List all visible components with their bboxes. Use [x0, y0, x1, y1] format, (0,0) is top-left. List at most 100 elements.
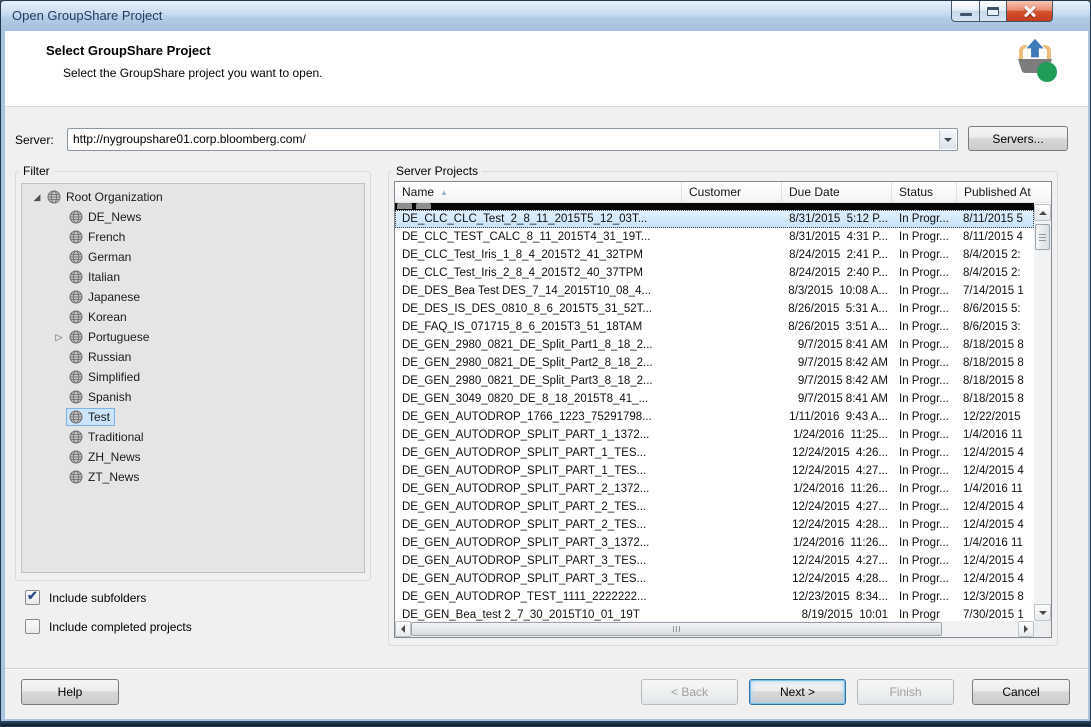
scroll-up-button[interactable] — [1034, 204, 1051, 221]
cell-due-date: 8/24/2015 2:40 P... — [782, 267, 892, 279]
tree-item-label: Root Organization — [66, 190, 163, 204]
cell-status: In Progr... — [892, 519, 957, 531]
server-combobox-dropdown-button[interactable] — [939, 130, 956, 149]
column-header-due-date[interactable]: Due Date — [782, 182, 892, 202]
tree-item-label: Simplified — [88, 370, 140, 384]
cell-name: DE_GEN_AUTODROP_SPLIT_PART_2_TES... — [395, 519, 682, 531]
tree-item[interactable]: Italian — [22, 267, 364, 287]
scroll-right-button[interactable] — [1018, 621, 1034, 637]
table-row[interactable]: DE_GEN_AUTODROP_SPLIT_PART_1_TES... 12/2… — [395, 462, 1034, 480]
cell-published-at: 8/4/2015 2: — [957, 249, 1034, 261]
include-subfolders-checkbox[interactable]: ✔ — [25, 590, 40, 605]
table-row[interactable]: DE_GEN_AUTODROP_SPLIT_PART_2_TES... 12/2… — [395, 498, 1034, 516]
table-row[interactable]: DE_DES_IS_DES_0810_8_6_2015T5_31_52T... … — [395, 300, 1034, 318]
table-row[interactable]: DE_GEN_AUTODROP_SPLIT_PART_3_1372... 1/2… — [395, 534, 1034, 552]
cell-name: DE_CLC_Test_Iris_2_8_4_2015T2_40_37TPM — [395, 267, 682, 279]
tree-item[interactable]: Simplified — [22, 367, 364, 387]
table-row[interactable]: DE_FAQ_IS_071715_8_6_2015T3_51_18TAM 8/2… — [395, 318, 1034, 336]
close-button[interactable] — [1007, 1, 1053, 22]
tree-item[interactable]: ZT_News — [22, 467, 364, 487]
cell-status: In Progr... — [892, 249, 957, 261]
cancel-button[interactable]: Cancel — [972, 679, 1070, 705]
tree-expander-icon[interactable]: ◢ — [30, 187, 44, 207]
cell-published-at: 12/4/2015 4 — [957, 465, 1034, 477]
table-row[interactable]: DE_CLC_TEST_CALC_8_11_2015T4_31_19T... 8… — [395, 228, 1034, 246]
cell-due-date: 12/24/2015 4:27... — [782, 501, 892, 513]
tree-item[interactable]: Test — [22, 407, 364, 427]
table-row[interactable]: DE_DES_Bea Test DES_7_14_2015T10_08_4...… — [395, 282, 1034, 300]
sort-ascending-icon: ▲ — [440, 188, 448, 197]
tree-item-label: French — [88, 230, 125, 244]
window-title: Open GroupShare Project — [12, 8, 162, 23]
tree-item[interactable]: Russian — [22, 347, 364, 367]
include-completed-checkbox-row[interactable]: ✔ Include completed projects — [25, 619, 192, 634]
cell-status: In Progr... — [892, 483, 957, 495]
dialog-open-groupshare-project: Open GroupShare Project Select GroupShar… — [0, 0, 1091, 727]
tree-expander-icon[interactable]: ▷ — [52, 327, 66, 347]
table-row[interactable]: DE_GEN_AUTODROP_SPLIT_PART_3_TES... 12/2… — [395, 552, 1034, 570]
tree-item[interactable]: ◢ Root Organization — [22, 187, 364, 207]
cell-due-date: 12/24/2015 4:26... — [782, 447, 892, 459]
tree-item[interactable]: Traditional — [22, 427, 364, 447]
column-header-name[interactable]: Name ▲ — [395, 182, 682, 202]
table-row[interactable]: DE_GEN_AUTODROP_TEST_1111_2222222... 12/… — [395, 588, 1034, 606]
window-bottom-edge — [1, 721, 1090, 726]
next-button[interactable]: Next > — [749, 679, 846, 705]
table-row[interactable]: DE_GEN_AUTODROP_1766_1223_75291798... 1/… — [395, 408, 1034, 426]
tree-item[interactable]: Korean — [22, 307, 364, 327]
include-subfolders-checkbox-row[interactable]: ✔ Include subfolders — [25, 590, 146, 605]
table-row[interactable]: DE_GEN_AUTODROP_SPLIT_PART_2_TES... 12/2… — [395, 516, 1034, 534]
tree-item[interactable]: Spanish — [22, 387, 364, 407]
vertical-scrollbar-thumb[interactable] — [1035, 224, 1050, 250]
footer-separator — [5, 668, 1088, 670]
table-row[interactable]: DE_GEN_2980_0821_DE_Split_Part2_8_18_2..… — [395, 354, 1034, 372]
tree-item[interactable]: French — [22, 227, 364, 247]
server-combobox[interactable]: http://nygroupshare01.corp.bloomberg.com… — [67, 128, 958, 151]
vertical-scrollbar[interactable] — [1034, 204, 1051, 621]
cell-name: DE_CLC_CLC_Test_2_8_11_2015T5_12_03T... — [395, 213, 682, 225]
tree-item[interactable]: ZH_News — [22, 447, 364, 467]
table-row[interactable]: DE_GEN_2980_0821_DE_Split_Part3_8_18_2..… — [395, 372, 1034, 390]
titlebar[interactable]: Open GroupShare Project — [1, 1, 1090, 31]
finish-button: Finish — [857, 679, 954, 705]
table-row[interactable]: DE_GEN_3049_0820_DE_8_18_2015T8_41_... 9… — [395, 390, 1034, 408]
table-row[interactable]: DE_CLC_Test_Iris_1_8_4_2015T2_41_32TPM 8… — [395, 246, 1034, 264]
cell-status: In Progr... — [892, 465, 957, 477]
horizontal-scrollbar-thumb[interactable] — [411, 622, 942, 636]
include-completed-label[interactable]: Include completed projects — [49, 620, 192, 634]
cell-name: DE_GEN_AUTODROP_SPLIT_PART_2_1372... — [395, 483, 682, 495]
cell-due-date: 8/24/2015 2:41 P... — [782, 249, 892, 261]
servers-button[interactable]: Servers... — [968, 126, 1068, 151]
cell-published-at: 12/22/2015 — [957, 411, 1034, 423]
column-header-published-at[interactable]: Published At — [957, 182, 1051, 202]
table-row[interactable]: DE_CLC_Test_Iris_2_8_4_2015T2_40_37TPM 8… — [395, 264, 1034, 282]
table-row[interactable]: DE_GEN_AUTODROP_SPLIT_PART_1_TES... 12/2… — [395, 444, 1034, 462]
table-row[interactable]: DE_GEN_Bea_test 2_7_30_2015T10_01_19T 8/… — [395, 606, 1034, 622]
cell-name: DE_GEN_3049_0820_DE_8_18_2015T8_41_... — [395, 393, 682, 405]
tree-item[interactable]: DE_News — [22, 207, 364, 227]
minimize-button[interactable] — [951, 1, 980, 22]
cell-name: DE_GEN_2980_0821_DE_Split_Part2_8_18_2..… — [395, 357, 682, 369]
cell-status: In Progr... — [892, 321, 957, 333]
horizontal-scrollbar[interactable] — [395, 621, 1034, 637]
cell-status: In Progr... — [892, 267, 957, 279]
maximize-button[interactable] — [980, 1, 1007, 22]
include-completed-checkbox[interactable]: ✔ — [25, 619, 40, 634]
tree-item[interactable]: ▷ Portuguese — [22, 327, 364, 347]
tree-item[interactable]: German — [22, 247, 364, 267]
table-row[interactable]: DE_GEN_AUTODROP_SPLIT_PART_2_1372... 1/2… — [395, 480, 1034, 498]
scroll-left-button[interactable] — [395, 621, 411, 637]
include-subfolders-label[interactable]: Include subfolders — [49, 591, 146, 605]
tree-item-label: Russian — [88, 350, 131, 364]
help-button[interactable]: Help — [21, 679, 119, 705]
cell-due-date: 8/26/2015 3:51 A... — [782, 321, 892, 333]
globe-icon — [69, 210, 83, 224]
column-header-status[interactable]: Status — [892, 182, 957, 202]
table-row[interactable]: DE_GEN_2980_0821_DE_Split_Part1_8_18_2..… — [395, 336, 1034, 354]
table-row[interactable]: DE_GEN_AUTODROP_SPLIT_PART_1_1372... 1/2… — [395, 426, 1034, 444]
tree-item[interactable]: Japanese — [22, 287, 364, 307]
column-header-customer[interactable]: Customer — [682, 182, 782, 202]
scroll-down-button[interactable] — [1034, 604, 1051, 621]
table-row[interactable]: DE_GEN_AUTODROP_SPLIT_PART_3_TES... 12/2… — [395, 570, 1034, 588]
table-row[interactable]: DE_CLC_CLC_Test_2_8_11_2015T5_12_03T... … — [395, 210, 1034, 228]
